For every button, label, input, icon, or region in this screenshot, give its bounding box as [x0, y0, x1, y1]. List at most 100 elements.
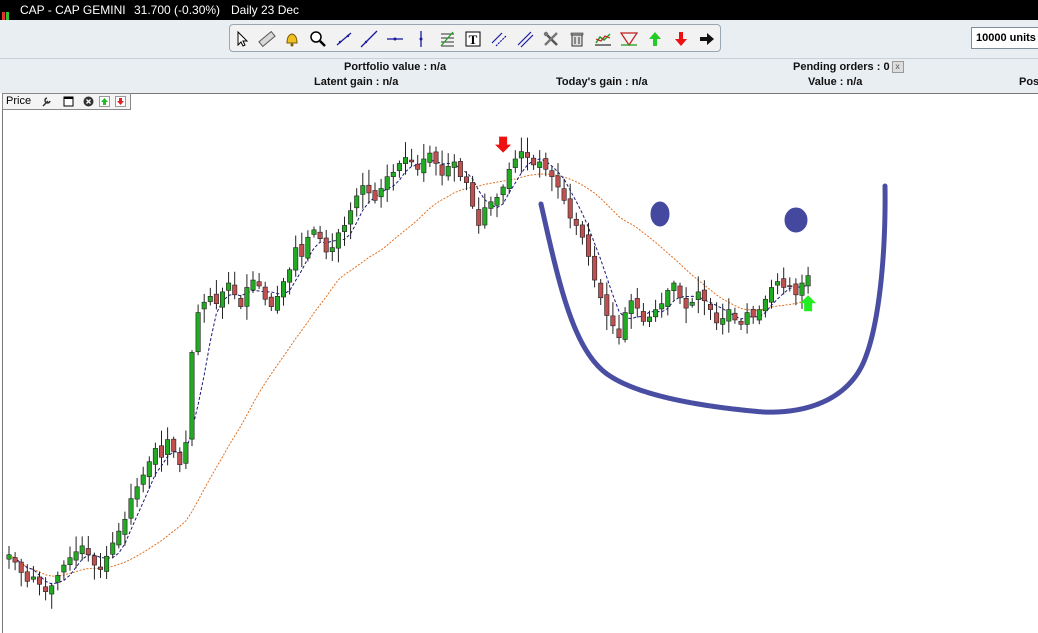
candle — [543, 158, 549, 170]
move-down-icon[interactable] — [115, 96, 126, 107]
candle — [280, 281, 286, 298]
candle — [104, 555, 110, 572]
title-bar: CAP - CAP GEMINI 31.700 (-0.30%) Daily 2… — [0, 0, 1038, 20]
candle — [366, 184, 372, 194]
candle — [640, 311, 646, 322]
candle — [360, 185, 366, 195]
trendline-icon[interactable] — [333, 28, 355, 50]
candle — [128, 498, 134, 519]
candle — [445, 166, 451, 177]
pattern-icon[interactable] — [618, 28, 640, 50]
candle — [195, 312, 201, 353]
drawing-toolbar: T — [229, 24, 721, 52]
candle — [726, 309, 732, 322]
value-label: Value : n/a — [808, 76, 863, 88]
candle — [134, 486, 140, 500]
candle — [79, 545, 85, 555]
candle — [793, 283, 799, 296]
select-tool-icon[interactable] — [231, 28, 253, 50]
move-up-icon[interactable] — [99, 96, 110, 107]
candle — [598, 282, 604, 299]
candle — [744, 312, 750, 325]
candle — [494, 197, 500, 206]
candle — [354, 195, 360, 209]
candle — [616, 328, 622, 338]
line-icon[interactable] — [358, 28, 380, 50]
candle — [220, 291, 226, 308]
candle — [189, 352, 195, 440]
wrench-icon[interactable] — [41, 96, 52, 107]
candle — [409, 159, 415, 163]
candle — [116, 530, 122, 546]
alert-bell-icon[interactable] — [281, 28, 303, 50]
candle — [287, 269, 293, 283]
fibonacci-icon[interactable] — [436, 28, 458, 50]
candle — [677, 285, 683, 299]
candle — [720, 318, 726, 325]
candle — [805, 275, 811, 287]
close-panel-icon[interactable] — [83, 96, 94, 107]
candle — [384, 176, 390, 190]
delete-trash-icon[interactable] — [566, 28, 588, 50]
candle — [762, 298, 768, 312]
candle — [18, 561, 24, 573]
candle — [610, 315, 616, 327]
sell-arrow-icon[interactable] — [670, 28, 692, 50]
todays-gain: Today's gain : n/a — [556, 76, 648, 88]
candle — [488, 201, 494, 209]
vertical-line-icon[interactable] — [410, 28, 432, 50]
period-label: Daily 23 Dec — [231, 3, 300, 17]
candle — [329, 247, 335, 253]
candle — [402, 157, 408, 164]
candle — [518, 151, 524, 159]
zoom-icon[interactable] — [307, 28, 329, 50]
candle — [24, 571, 30, 582]
candle — [500, 186, 506, 196]
left-eye-drawing — [650, 201, 670, 227]
chart-canvas[interactable] — [3, 94, 1038, 633]
short-moving-average — [8, 158, 809, 585]
horizontal-line-icon[interactable] — [384, 28, 406, 50]
candle — [738, 320, 744, 325]
candle — [427, 152, 433, 163]
candle — [561, 188, 567, 201]
candle — [768, 287, 774, 303]
candle — [799, 282, 805, 296]
candle — [781, 278, 787, 288]
price-panel-label: Price — [6, 95, 32, 107]
candle — [73, 551, 79, 561]
price-chart[interactable] — [2, 93, 1038, 633]
buy-arrow-icon[interactable] — [644, 28, 666, 50]
order-quantity-input[interactable]: 10000 units — [971, 27, 1038, 49]
candle — [305, 236, 311, 259]
pending-orders-close-icon[interactable]: x — [891, 61, 904, 73]
latent-gain: Latent gain : n/a — [314, 76, 399, 88]
tools-settings-icon[interactable] — [540, 28, 562, 50]
channel-icon[interactable] — [488, 28, 510, 50]
candle — [256, 281, 262, 287]
candle — [390, 171, 396, 177]
candle — [396, 163, 402, 171]
candle — [146, 461, 152, 478]
candle — [238, 297, 244, 307]
candle — [512, 158, 518, 168]
candle — [268, 296, 274, 307]
candle — [250, 279, 256, 291]
indicator-icon[interactable] — [592, 28, 614, 50]
parallel-lines-icon[interactable] — [514, 28, 536, 50]
candle — [701, 289, 707, 302]
candle — [524, 152, 530, 158]
candle — [659, 303, 665, 310]
candle — [311, 229, 317, 235]
text-icon[interactable]: T — [462, 28, 484, 50]
symbol-name: CAP - CAP GEMINI — [20, 3, 126, 17]
right-eye-drawing — [784, 207, 808, 233]
candle — [159, 445, 165, 458]
candle — [653, 309, 659, 318]
candle — [98, 566, 104, 570]
candle — [592, 255, 598, 281]
candle — [226, 282, 232, 291]
next-arrow-icon[interactable] — [696, 28, 718, 50]
ruler-icon[interactable] — [256, 28, 278, 50]
maximize-icon[interactable] — [63, 96, 74, 107]
